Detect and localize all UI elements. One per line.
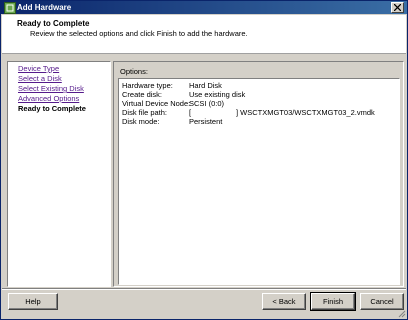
option-value: SCSI (0:0) bbox=[189, 99, 225, 108]
option-row-hardware-type: Hardware type: Hard Disk bbox=[122, 81, 398, 90]
cancel-button[interactable]: Cancel bbox=[360, 293, 404, 310]
option-value: Use existing disk bbox=[189, 90, 246, 99]
option-row-virtual-device-node: Virtual Device Node: SCSI (0:0) bbox=[122, 99, 398, 108]
step-select-existing-disk[interactable]: Select Existing Disk bbox=[18, 84, 84, 93]
help-button[interactable]: Help bbox=[8, 293, 58, 310]
option-row-create-disk: Create disk: Use existing disk bbox=[122, 90, 398, 99]
page-title: Ready to Complete bbox=[17, 19, 90, 28]
option-key: Create disk: bbox=[122, 90, 163, 99]
step-device-type[interactable]: Device Type bbox=[18, 64, 59, 73]
vm-hardware-icon bbox=[4, 2, 16, 14]
option-key: Disk file path: bbox=[122, 108, 168, 117]
option-value: Hard Disk bbox=[189, 81, 222, 90]
add-hardware-dialog: Add Hardware Ready to Complete Review th… bbox=[0, 0, 408, 320]
option-key: Disk mode: bbox=[122, 117, 160, 126]
window-title: Add Hardware bbox=[17, 3, 72, 12]
page-subtitle: Review the selected options and click Fi… bbox=[30, 29, 248, 38]
back-button[interactable]: < Back bbox=[262, 293, 306, 310]
option-row-disk-mode: Disk mode: Persistent bbox=[122, 117, 398, 126]
close-icon[interactable] bbox=[391, 2, 404, 13]
wizard-steps-nav: Device Type Select a Disk Select Existin… bbox=[7, 61, 111, 287]
resize-grip-icon[interactable] bbox=[398, 310, 406, 318]
option-value-path: ] WSCTXMGT03/WSCTXMGT03_2.vmdk bbox=[236, 108, 375, 117]
option-value-datastore: [ bbox=[189, 108, 192, 117]
options-summary-box: Hardware type: Hard Disk Create disk: Us… bbox=[118, 78, 400, 285]
step-ready-to-complete: Ready to Complete bbox=[18, 104, 86, 113]
footer-divider bbox=[2, 288, 406, 290]
step-select-a-disk[interactable]: Select a Disk bbox=[18, 74, 62, 83]
option-key: Virtual Device Node: bbox=[122, 99, 191, 108]
options-label: Options: bbox=[120, 67, 148, 76]
finish-button[interactable]: Finish bbox=[310, 292, 356, 311]
wizard-header: Ready to Complete Review the selected op… bbox=[2, 15, 406, 54]
step-advanced-options[interactable]: Advanced Options bbox=[18, 94, 79, 103]
option-key: Hardware type: bbox=[122, 81, 173, 90]
options-panel: Options: Hardware type: Hard Disk Create… bbox=[113, 61, 404, 287]
option-row-disk-file-path: Disk file path: [ ] WSCTXMGT03/WSCTXMGT0… bbox=[122, 108, 398, 117]
option-value: Persistent bbox=[189, 117, 223, 126]
title-bar[interactable]: Add Hardware bbox=[1, 1, 407, 14]
